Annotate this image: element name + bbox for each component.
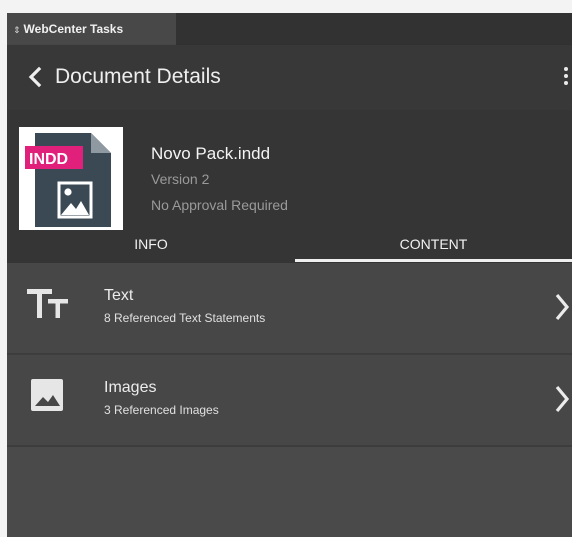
detail-tabs: INFO CONTENT [7, 230, 572, 263]
chevron-left-icon [28, 66, 42, 88]
file-type-badge: INDD [29, 151, 68, 168]
content-item-images[interactable]: Images 3 Referenced Images [7, 355, 572, 447]
image-icon [27, 375, 71, 419]
content-item-subtitle: 3 Referenced Images [104, 403, 219, 417]
content-item-title: Text [104, 287, 134, 304]
expand-collapse-icon[interactable]: ⇕ [13, 25, 21, 35]
document-name: Novo Pack.indd [151, 144, 271, 163]
image-file-icon: INDD [25, 133, 111, 227]
chevron-right-icon [554, 383, 570, 415]
panel-tab-webcenter-tasks[interactable]: ⇕ WebCenter Tasks [7, 13, 176, 45]
approval-status: No Approval Required [151, 197, 288, 213]
text-size-icon [27, 283, 71, 327]
content-item-text[interactable]: Text 8 Referenced Text Statements [7, 263, 572, 355]
tab-info[interactable]: INFO [7, 230, 295, 263]
document-version: Version 2 [151, 171, 210, 187]
content-item-title: Images [104, 379, 157, 396]
chevron-right-icon [554, 291, 570, 323]
webcenter-tasks-panel: ⇕WebCenter Tasks Document Details INDD [7, 13, 572, 537]
page-title: Document Details [55, 65, 221, 88]
document-info: INDD Novo Pack.indd Version 2 No Approva… [7, 110, 572, 230]
kebab-menu-icon[interactable] [562, 67, 570, 89]
panel-tab-strip: ⇕ WebCenter Tasks [7, 13, 572, 45]
document-thumbnail: INDD [19, 127, 123, 230]
panel-tab-label: WebCenter Tasks [23, 22, 124, 36]
active-tab-indicator [295, 259, 572, 262]
back-button[interactable] [23, 61, 47, 93]
content-item-subtitle: 8 Referenced Text Statements [104, 311, 266, 325]
page-header: Document Details [7, 45, 572, 110]
